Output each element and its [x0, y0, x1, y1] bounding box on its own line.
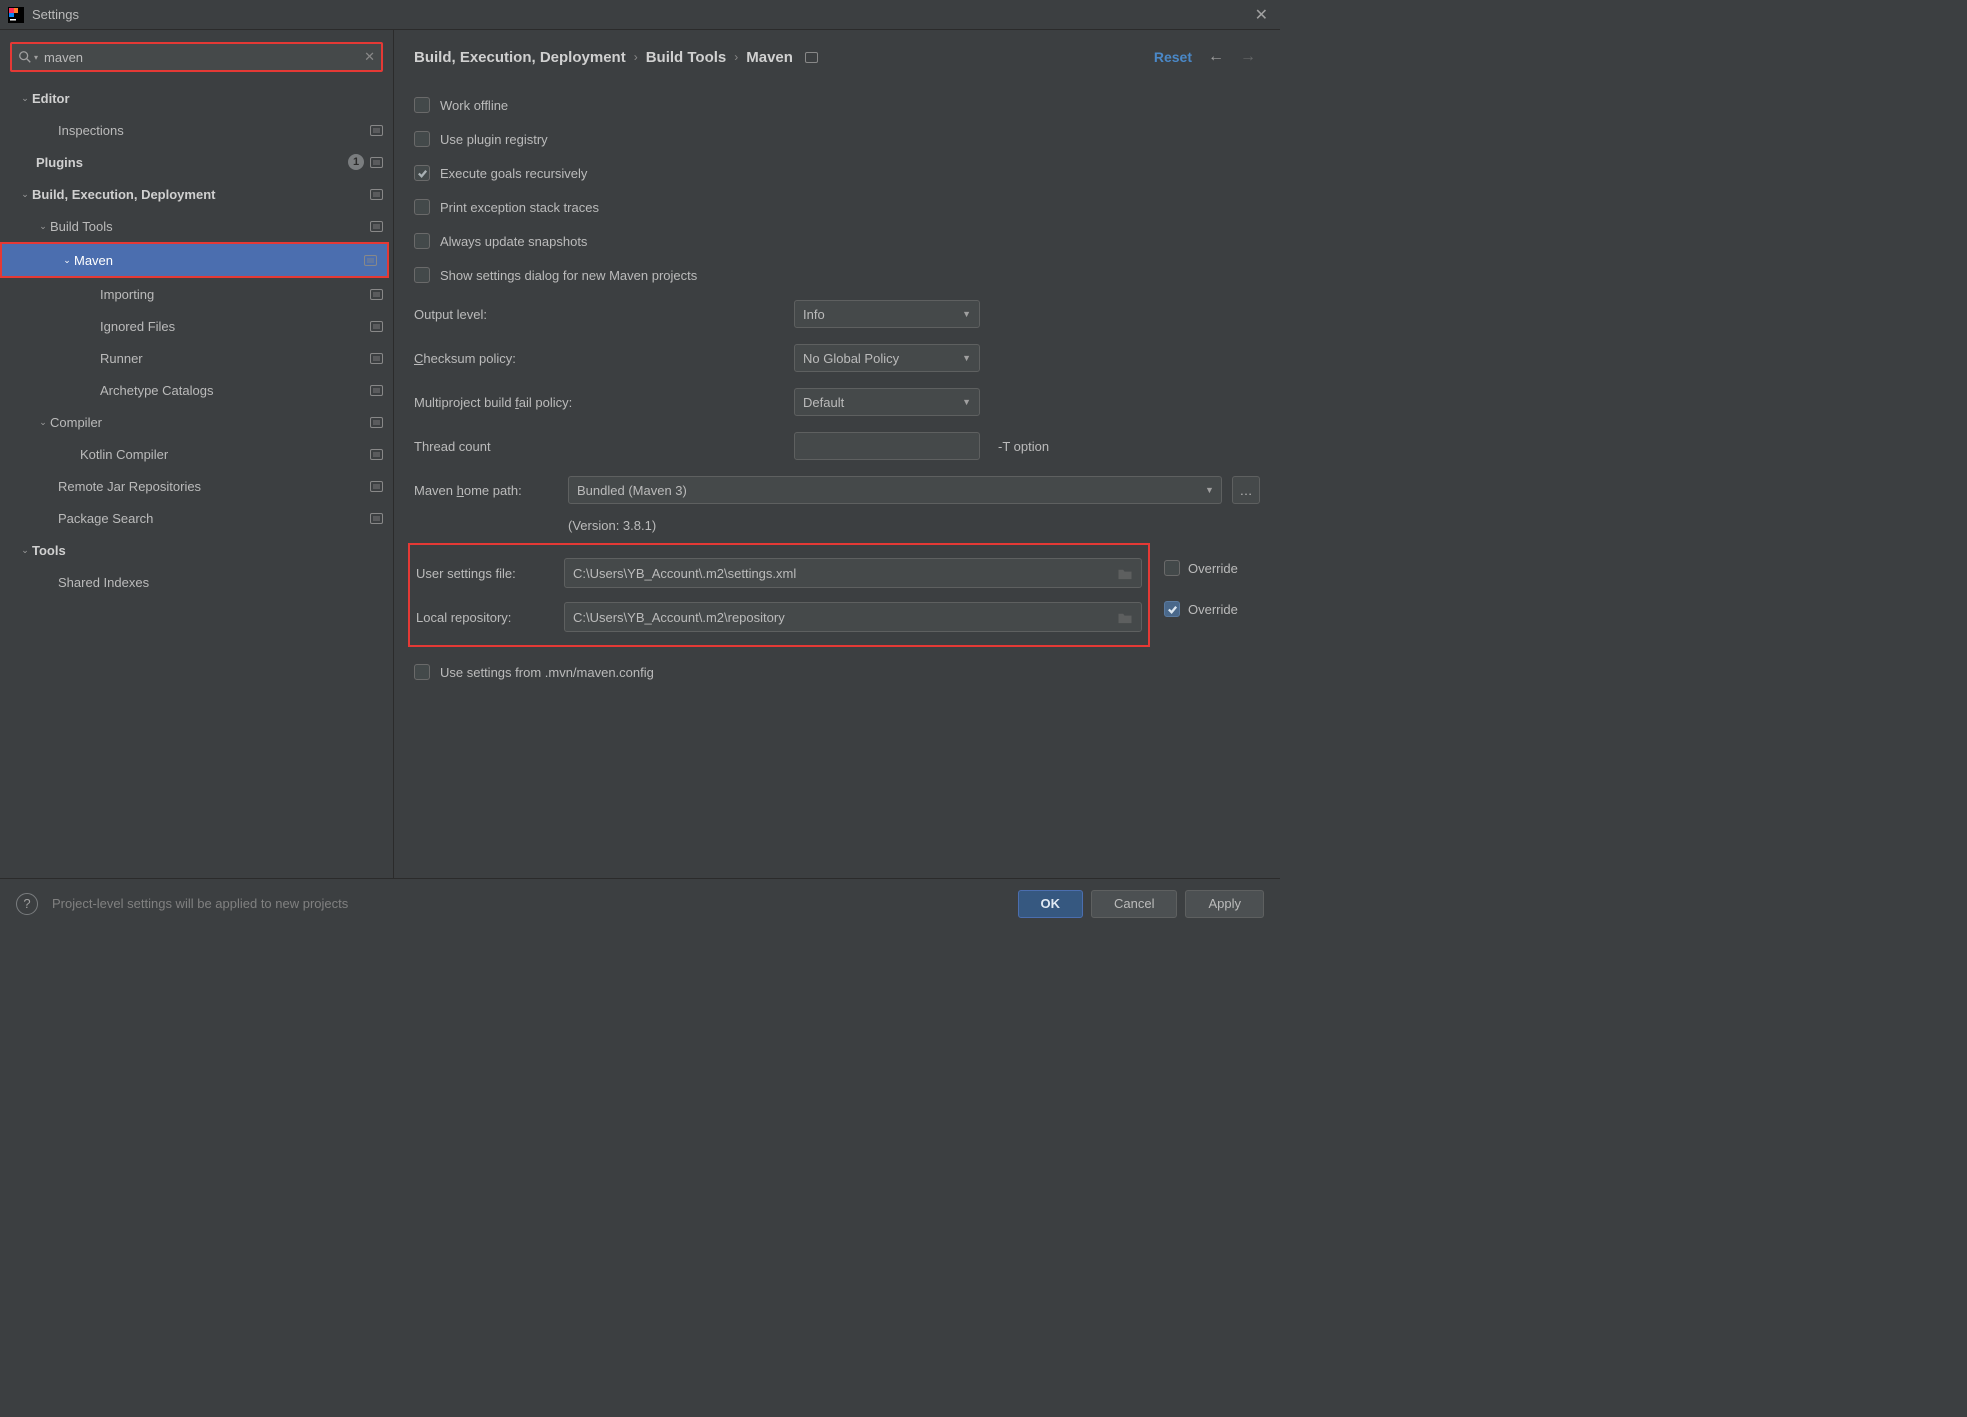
- help-button[interactable]: ?: [16, 893, 38, 915]
- project-scope-icon: [370, 157, 383, 168]
- search-input-container: ▾ ✕: [10, 42, 383, 72]
- maven-home-path-select[interactable]: Bundled (Maven 3): [568, 476, 1201, 504]
- output-level-label: Output level:: [414, 307, 794, 322]
- use-mvn-config-label: Use settings from .mvn/maven.config: [440, 665, 654, 680]
- user-settings-override-checkbox[interactable]: [1164, 560, 1180, 576]
- chevron-down-icon: ▼: [962, 309, 971, 319]
- print-exception-stack-traces-label: Print exception stack traces: [440, 200, 599, 215]
- sidebar-item-remote-jar-repositories[interactable]: Remote Jar Repositories: [0, 470, 393, 502]
- close-icon[interactable]: ✕: [1251, 5, 1272, 25]
- multiproject-fail-policy-label: Multiproject build fail policy:: [414, 395, 794, 410]
- folder-icon[interactable]: [1117, 611, 1133, 624]
- user-settings-file-input[interactable]: C:\Users\YB_Account\.m2\settings.xml: [564, 558, 1142, 588]
- sidebar-item-inspections[interactable]: Inspections: [0, 114, 393, 146]
- output-level-select[interactable]: Info▼: [794, 300, 980, 328]
- checksum-policy-label: Checksum policy:: [414, 351, 794, 366]
- work-offline-checkbox[interactable]: [414, 97, 430, 113]
- project-scope-icon: [370, 513, 383, 524]
- maven-home-path-dropdown[interactable]: ▼: [1198, 476, 1222, 504]
- chevron-right-icon: ›: [734, 50, 738, 64]
- execute-goals-recursively-label: Execute goals recursively: [440, 166, 587, 181]
- project-scope-icon: [370, 385, 383, 396]
- breadcrumb-build-tools[interactable]: Build Tools: [646, 49, 727, 66]
- show-settings-dialog-label: Show settings dialog for new Maven proje…: [440, 268, 697, 283]
- search-input[interactable]: [44, 50, 364, 65]
- local-repository-override-checkbox[interactable]: [1164, 601, 1180, 617]
- window-title: Settings: [32, 7, 1251, 22]
- sidebar-item-shared-indexes[interactable]: Shared Indexes: [0, 566, 393, 598]
- maven-home-path-label: Maven home path:: [414, 483, 568, 498]
- project-scope-icon: [370, 481, 383, 492]
- project-scope-icon: [370, 417, 383, 428]
- maven-version-text: (Version: 3.8.1): [568, 512, 1260, 543]
- print-exception-stack-traces-checkbox[interactable]: [414, 199, 430, 215]
- local-repository-input[interactable]: C:\Users\YB_Account\.m2\repository: [564, 602, 1142, 632]
- sidebar-item-tools[interactable]: ⌄Tools: [0, 534, 393, 566]
- always-update-snapshots-checkbox[interactable]: [414, 233, 430, 249]
- execute-goals-recursively-checkbox[interactable]: [414, 165, 430, 181]
- use-plugin-registry-label: Use plugin registry: [440, 132, 548, 147]
- sidebar-item-build-tools[interactable]: ⌄Build Tools: [0, 210, 393, 242]
- project-scope-icon: [370, 321, 383, 332]
- folder-icon[interactable]: [1117, 567, 1133, 580]
- back-button[interactable]: ←: [1208, 48, 1224, 66]
- local-repository-override-label: Override: [1188, 602, 1238, 617]
- project-scope-icon: [370, 289, 383, 300]
- thread-count-label: Thread count: [414, 439, 794, 454]
- local-repository-label: Local repository:: [416, 610, 564, 625]
- project-scope-icon: [370, 189, 383, 200]
- project-scope-icon: [370, 449, 383, 460]
- show-settings-dialog-checkbox[interactable]: [414, 267, 430, 283]
- sidebar-item-package-search[interactable]: Package Search: [0, 502, 393, 534]
- sidebar-item-editor[interactable]: ⌄Editor: [0, 82, 393, 114]
- project-scope-icon: [370, 221, 383, 232]
- sidebar-item-kotlin-compiler[interactable]: Kotlin Compiler: [0, 438, 393, 470]
- breadcrumb-maven: Maven: [746, 49, 793, 66]
- breadcrumb: Build, Execution, Deployment › Build Too…: [414, 49, 1154, 66]
- chevron-right-icon: ›: [634, 50, 638, 64]
- maven-home-path-browse[interactable]: …: [1232, 476, 1260, 504]
- checksum-policy-select[interactable]: No Global Policy▼: [794, 344, 980, 372]
- thread-count-input[interactable]: [794, 432, 980, 460]
- sidebar-item-build-execution-deployment[interactable]: ⌄Build, Execution, Deployment: [0, 178, 393, 210]
- project-scope-icon: [370, 353, 383, 364]
- forward-button: →: [1240, 48, 1256, 66]
- breadcrumb-bed[interactable]: Build, Execution, Deployment: [414, 49, 626, 66]
- cancel-button[interactable]: Cancel: [1091, 890, 1177, 918]
- clear-search-icon[interactable]: ✕: [364, 49, 375, 65]
- apply-button[interactable]: Apply: [1185, 890, 1264, 918]
- search-scope-dropdown[interactable]: ▾: [34, 53, 38, 62]
- thread-count-suffix: -T option: [998, 439, 1049, 454]
- multiproject-fail-policy-select[interactable]: Default▼: [794, 388, 980, 416]
- footer-note: Project-level settings will be applied t…: [52, 896, 1010, 911]
- use-plugin-registry-checkbox[interactable]: [414, 131, 430, 147]
- user-settings-override-label: Override: [1188, 561, 1238, 576]
- search-icon: [18, 50, 32, 64]
- use-mvn-config-checkbox[interactable]: [414, 664, 430, 680]
- ok-button[interactable]: OK: [1018, 890, 1084, 918]
- sidebar-item-compiler[interactable]: ⌄Compiler: [0, 406, 393, 438]
- sidebar-item-archetype-catalogs[interactable]: Archetype Catalogs: [0, 374, 393, 406]
- user-settings-file-label: User settings file:: [416, 566, 564, 581]
- project-scope-icon: [370, 125, 383, 136]
- sidebar-item-importing[interactable]: Importing: [0, 278, 393, 310]
- project-scope-icon: [805, 52, 818, 63]
- sidebar-item-ignored-files[interactable]: Ignored Files: [0, 310, 393, 342]
- chevron-down-icon: ▼: [962, 353, 971, 363]
- sidebar-item-runner[interactable]: Runner: [0, 342, 393, 374]
- sidebar-item-maven[interactable]: ⌄Maven: [2, 244, 387, 276]
- chevron-down-icon: ▼: [962, 397, 971, 407]
- plugins-badge: 1: [348, 154, 364, 170]
- always-update-snapshots-label: Always update snapshots: [440, 234, 587, 249]
- sidebar-item-plugins[interactable]: Plugins1: [0, 146, 393, 178]
- reset-button[interactable]: Reset: [1154, 49, 1192, 65]
- project-scope-icon: [364, 255, 377, 266]
- work-offline-label: Work offline: [440, 98, 508, 113]
- app-icon: [8, 7, 24, 23]
